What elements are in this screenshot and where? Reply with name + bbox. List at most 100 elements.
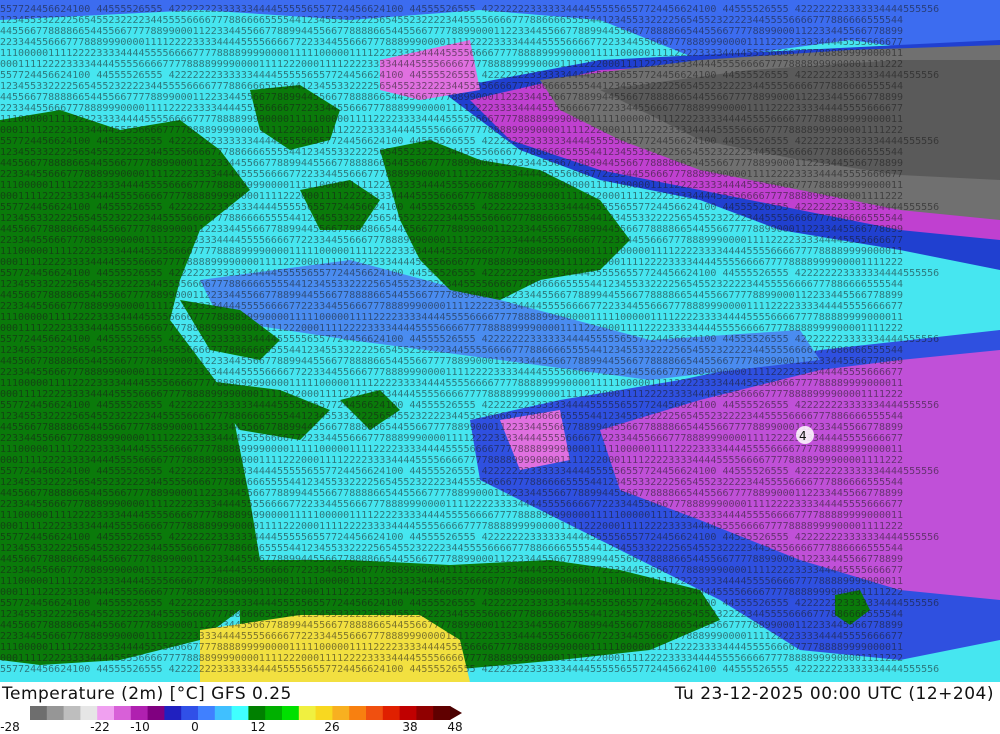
scale-swatch bbox=[349, 706, 367, 720]
grid-row: 1234553322225654552322223445555666677788… bbox=[0, 213, 903, 224]
grid-row: 557724456624100 44555526555 422222223333… bbox=[0, 334, 939, 345]
scale-tick-label: -28 bbox=[0, 720, 20, 734]
grid-row: 4455667788886654455667777889900011223344… bbox=[0, 620, 903, 631]
grid-row: 4455667788886654455667777889900011223344… bbox=[0, 356, 903, 367]
grid-row: 4455667788886654455667777889900011223344… bbox=[0, 26, 903, 37]
map-canvas: 557724456624100 44555526555 422222223333… bbox=[0, 0, 1000, 682]
scale-swatch bbox=[181, 706, 199, 720]
grid-row: 0001111222233334444555566667777888899990… bbox=[0, 455, 903, 466]
grid-row: 4455667788886654455667777889900011223344… bbox=[0, 554, 903, 565]
grid-row: 4455667788886654455667777889900011223344… bbox=[0, 290, 903, 301]
grid-row: 2233445566677788899900001111222233334444… bbox=[0, 169, 903, 180]
scale-tick-label: 48 bbox=[447, 720, 463, 734]
grid-row: 1110000011112222333344445555666677778888… bbox=[0, 642, 903, 653]
grid-row: 0001111222233334444555566667777888899990… bbox=[0, 125, 903, 136]
scale-swatch bbox=[265, 706, 283, 720]
map-timestamp: Tu 23-12-2025 00:00 UTC (12+204) bbox=[674, 684, 994, 704]
grid-row: 0001111222233334444555566667777888899990… bbox=[0, 191, 903, 202]
scale-swatch bbox=[198, 706, 216, 720]
grid-row: 1110000011112222333344445555666677778888… bbox=[0, 444, 903, 455]
scale-tick-label: 38 bbox=[402, 720, 418, 734]
grid-row: 2233445566677788899900001111222233334444… bbox=[0, 235, 903, 246]
scale-swatch bbox=[416, 706, 434, 720]
grid-row: 0001111222233334444555566667777888899990… bbox=[0, 653, 903, 664]
grid-row: 4455667788886654455667777889900011223344… bbox=[0, 158, 903, 169]
value-grid: 557724456624100 44555526555 422222223333… bbox=[0, 4, 939, 675]
grid-row: 1234553322225654552322223445555666677788… bbox=[0, 15, 903, 26]
scale-swatch bbox=[332, 706, 350, 720]
grid-row: 1110000011112222333344445555666677778888… bbox=[0, 48, 903, 59]
grid-row: 2233445566677788899900001111222233334444… bbox=[0, 565, 903, 576]
grid-row: 1110000011112222333344445555666677778888… bbox=[0, 180, 903, 191]
scale-swatch bbox=[164, 706, 182, 720]
scale-swatch bbox=[231, 706, 249, 720]
grid-row: 4455667788886654455667777889900011223344… bbox=[0, 92, 903, 103]
scale-tick-label: 26 bbox=[324, 720, 340, 734]
scale-swatch bbox=[366, 706, 384, 720]
grid-row: 2233445566677788899900001111222233334444… bbox=[0, 103, 903, 114]
grid-row: 1234553322225654552322223445555666677788… bbox=[0, 477, 903, 488]
scale-swatch bbox=[97, 706, 115, 720]
grid-row: 557724456624100 44555526555 422222223333… bbox=[0, 202, 939, 213]
grid-row: 1234553322225654552322223445555666677788… bbox=[0, 345, 903, 356]
map-title: Temperature (2m) [°C] GFS 0.25 bbox=[2, 684, 292, 704]
scale-swatch bbox=[282, 706, 300, 720]
grid-row: 557724456624100 44555526555 422222223333… bbox=[0, 136, 939, 147]
grid-row: 2233445566677788899900001111222233334444… bbox=[0, 433, 903, 444]
scale-swatch bbox=[214, 706, 233, 720]
scale-tick-label: 0 bbox=[191, 720, 199, 734]
grid-row: 4455667788886654455667777889900011223344… bbox=[0, 224, 903, 235]
grid-row: 557724456624100 44555526555 422222223333… bbox=[0, 532, 939, 543]
grid-row: 0001111222233334444555566667777888899990… bbox=[0, 59, 903, 70]
highlight-label: 4 bbox=[799, 429, 807, 443]
grid-row: 557724456624100 44555526555 422222223333… bbox=[0, 268, 939, 279]
grid-row: 4455667788886654455667777889900011223344… bbox=[0, 422, 903, 433]
scale-arrow-icon bbox=[450, 706, 462, 720]
grid-row: 1234553322225654552322223445555666677788… bbox=[0, 147, 903, 158]
scale-swatch bbox=[315, 706, 333, 720]
scale-swatch bbox=[382, 706, 401, 720]
grid-row: 557724456624100 44555526555 422222223333… bbox=[0, 466, 939, 477]
scale-swatch bbox=[399, 706, 417, 720]
grid-row: 0001111222233334444555566667777888899990… bbox=[0, 521, 903, 532]
grid-row: 1234553322225654552322223445555666677788… bbox=[0, 81, 903, 92]
scale-tick-label: -22 bbox=[90, 720, 110, 734]
scale-swatch bbox=[80, 706, 98, 720]
grid-row: 1234553322225654552322223445555666677788… bbox=[0, 279, 903, 290]
grid-row: 0001111222233334444555566667777888899990… bbox=[0, 257, 903, 268]
grid-row: 1234553322225654552322223445555666677788… bbox=[0, 609, 903, 620]
grid-row: 0001111222233334444555566667777888899990… bbox=[0, 323, 903, 334]
grid-row: 1110000011112222333344445555666677778888… bbox=[0, 510, 903, 521]
scale-swatch bbox=[433, 706, 451, 720]
scale-tick-label: -10 bbox=[130, 720, 150, 734]
scale-swatch bbox=[63, 706, 81, 720]
grid-row: 4455667788886654455667777889900011223344… bbox=[0, 488, 903, 499]
grid-row: 1110000011112222333344445555666677778888… bbox=[0, 378, 903, 389]
grid-row: 1110000011112222333344445555666677778888… bbox=[0, 114, 903, 125]
scale-swatch bbox=[147, 706, 165, 720]
grid-row: 2233445566677788899900001111222233334444… bbox=[0, 499, 903, 510]
grid-row: 1110000011112222333344445555666677778888… bbox=[0, 246, 903, 257]
grid-row: 2233445566677788899900001111222233334444… bbox=[0, 301, 903, 312]
grid-row: 557724456624100 44555526555 422222223333… bbox=[0, 400, 939, 411]
grid-row: 557724456624100 44555526555 422222223333… bbox=[0, 598, 939, 609]
grid-row: 0001111222233334444555566667777888899990… bbox=[0, 389, 903, 400]
scale-swatch bbox=[114, 706, 132, 720]
scale-swatch bbox=[130, 706, 149, 720]
grid-row: 1234553322225654552322223445555666677788… bbox=[0, 543, 903, 554]
grid-row: 2233445566677788899900001111222233334444… bbox=[0, 367, 903, 378]
color-scale bbox=[30, 706, 462, 720]
scale-swatch bbox=[248, 706, 266, 720]
scale-tick-label: 12 bbox=[250, 720, 266, 734]
grid-row: 1234553322225654552322223445555666677788… bbox=[0, 411, 903, 422]
grid-row: 557724456624100 44555526555 422222223333… bbox=[0, 70, 939, 81]
grid-row: 557724456624100 44555526555 422222223333… bbox=[0, 4, 939, 15]
scale-swatch bbox=[46, 706, 65, 720]
scale-swatch bbox=[298, 706, 317, 720]
footer-bar: Temperature (2m) [°C] GFS 0.25 Tu 23-12-… bbox=[0, 682, 1000, 734]
grid-row: 0001111222233334444555566667777888899990… bbox=[0, 587, 903, 598]
grid-row: 557724456624100 44555526555 422222223333… bbox=[0, 664, 939, 675]
grid-row: 2233445566677788899900001111222233334444… bbox=[0, 631, 903, 642]
temperature-map: 557724456624100 44555526555 422222223333… bbox=[0, 0, 1000, 682]
grid-row: 1110000011112222333344445555666677778888… bbox=[0, 312, 903, 323]
